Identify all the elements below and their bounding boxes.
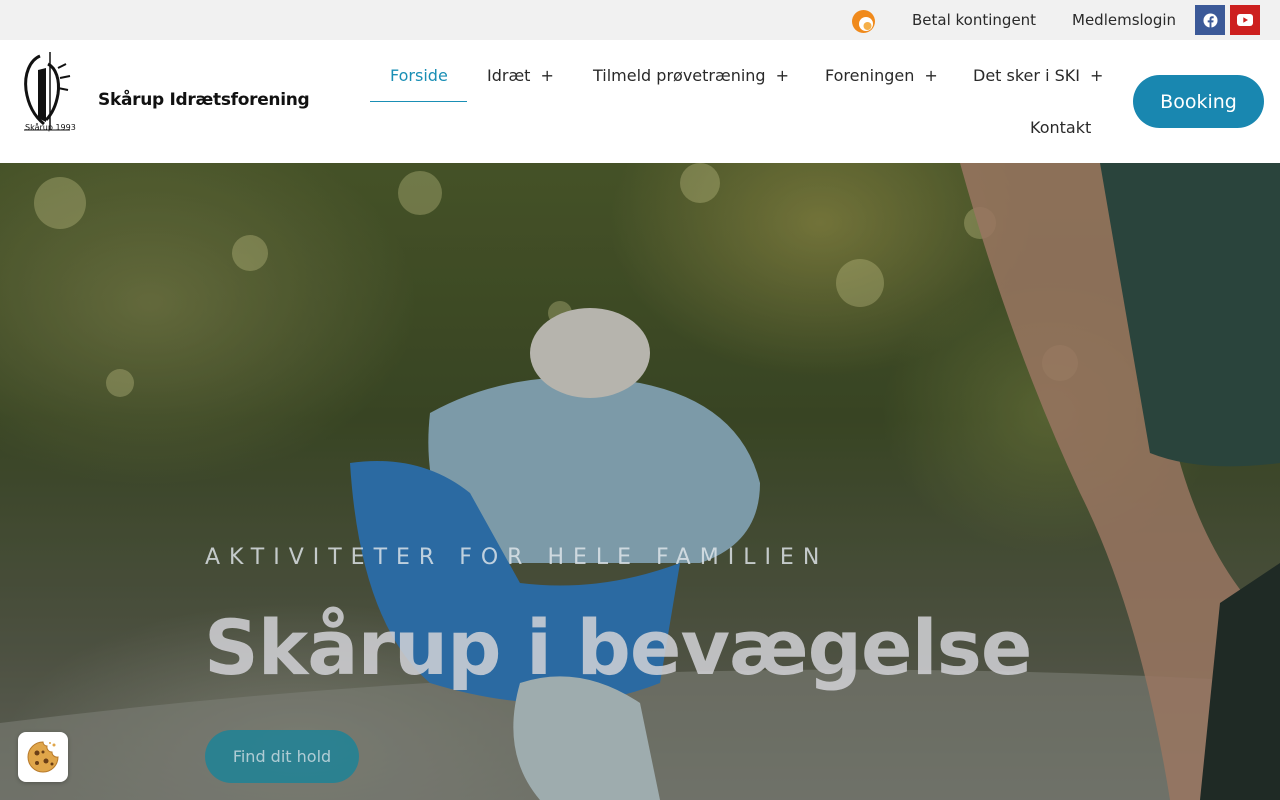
youtube-icon (1237, 14, 1253, 26)
nav-kontakt[interactable]: Kontakt (1030, 118, 1091, 137)
facebook-button[interactable] (1195, 5, 1225, 35)
expand-plus-icon[interactable]: + (776, 66, 789, 85)
nav-label: Det sker i SKI (973, 66, 1080, 85)
hero-title: Skårup i bevægelse (204, 603, 1032, 692)
hero-kicker: AKTIVITETER FOR HELE FAMILIEN (205, 545, 829, 570)
expand-plus-icon[interactable]: + (924, 66, 937, 85)
site-header: Skårup Idrætsforening Skårup 1993 Forsid… (0, 40, 1280, 163)
cookie-settings-button[interactable] (18, 732, 68, 782)
nav-label: Kontakt (1030, 118, 1092, 137)
find-team-button[interactable]: Find dit hold (205, 730, 359, 783)
nav-det-sker-i-ski[interactable]: Det sker i SKI + (973, 66, 1103, 85)
member-login-link[interactable]: Medlemslogin (1072, 11, 1176, 29)
booking-button[interactable]: Booking (1133, 75, 1264, 128)
nav-label: Idræt (487, 66, 531, 85)
site-logo[interactable]: Skårup Idrætsforening Skårup 1993 (20, 50, 310, 135)
expand-plus-icon[interactable]: + (540, 66, 553, 85)
logo-text: Skårup Idrætsforening (98, 90, 310, 110)
nav-label: Forside (390, 66, 448, 85)
nav-foreningen[interactable]: Foreningen + (825, 66, 938, 85)
pay-membership-link[interactable]: Betal kontingent (912, 11, 1036, 29)
nav-label: Foreningen (825, 66, 915, 85)
nav-label: Tilmeld prøvetræning (593, 66, 766, 85)
youtube-button[interactable] (1230, 5, 1260, 35)
logo-year: Skårup 1993 (25, 123, 76, 132)
facebook-icon (1202, 12, 1218, 28)
nav-idraet[interactable]: Idræt + (487, 66, 554, 85)
active-nav-underline (370, 101, 467, 102)
nav-tilmeld-proevetraening[interactable]: Tilmeld prøvetræning + (593, 66, 789, 85)
nav-forside[interactable]: Forside (390, 66, 448, 85)
payment-logo-icon[interactable] (851, 9, 876, 34)
top-bar: Betal kontingent Medlemslogin (0, 0, 1280, 40)
cookie-icon (27, 741, 59, 773)
expand-plus-icon[interactable]: + (1090, 66, 1103, 85)
hero-section: AKTIVITETER FOR HELE FAMILIEN Skårup i b… (0, 163, 1280, 800)
hero-overlay (0, 163, 1280, 800)
